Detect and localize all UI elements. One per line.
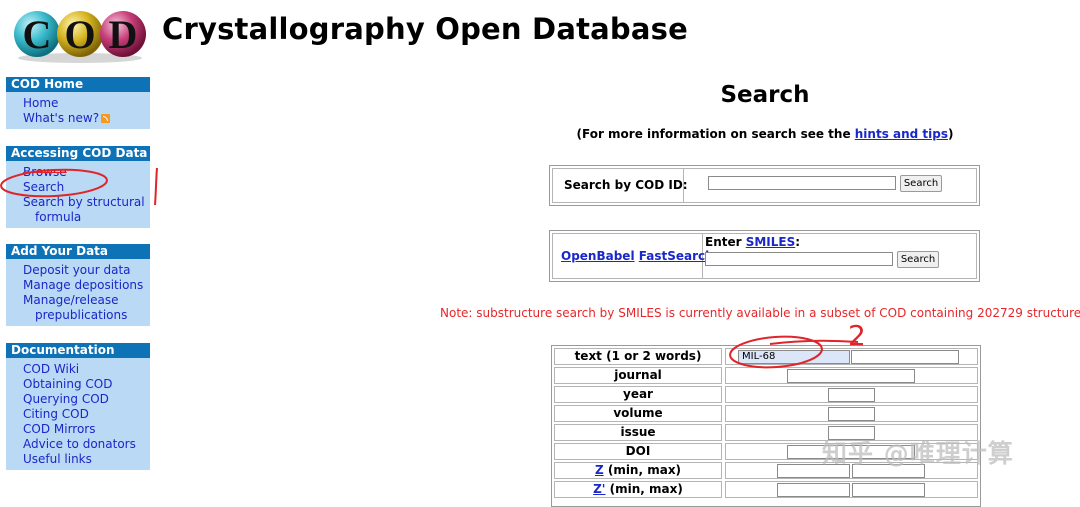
form-label-zprime: Z' (min, max) <box>554 481 722 498</box>
fastsearch-link[interactable]: FastSearch <box>639 249 714 263</box>
sidebar-section-accessing: Accessing COD Data Browse Search Search … <box>6 146 150 228</box>
form-row-year: year <box>554 386 978 403</box>
form-label-journal: journal <box>554 367 722 384</box>
sidebar-link-deposit[interactable]: Deposit your data <box>6 263 150 278</box>
smiles-note: Note: substructure search by SMILES is c… <box>440 306 1080 320</box>
cod-id-label: Search by COD ID: <box>564 178 688 192</box>
sidebar-link-querying[interactable]: Querying COD <box>6 392 150 407</box>
sidebar-link-obtaining[interactable]: Obtaining COD <box>6 377 150 392</box>
sidebar-section-add-data: Add Your Data Deposit your data Manage d… <box>6 244 150 326</box>
search-form-table: text (1 or 2 words) MIL-68 journal year … <box>551 345 981 507</box>
sidebar-link-home[interactable]: Home <box>6 96 150 111</box>
rss-icon <box>101 114 111 123</box>
fastsearch-label: OpenBabel FastSearch: <box>561 249 719 263</box>
sidebar-heading: Documentation <box>6 343 150 358</box>
sidebar-link-search-structural-cont[interactable]: formula <box>6 210 150 225</box>
logo-letter-c: C <box>23 12 52 57</box>
form-label-z: Z (min, max) <box>554 462 722 479</box>
zprime-link[interactable]: Z' <box>593 482 605 496</box>
sidebar-link-cod-wiki[interactable]: COD Wiki <box>6 362 150 377</box>
annotation-underline <box>769 339 859 345</box>
zprime-max-input[interactable] <box>852 483 925 497</box>
sidebar-link-search[interactable]: Search <box>6 180 150 195</box>
form-row-volume: volume <box>554 405 978 422</box>
smiles-link[interactable]: SMILES <box>746 235 796 249</box>
z-link[interactable]: Z <box>595 463 604 477</box>
sidebar-link-mirrors[interactable]: COD Mirrors <box>6 422 150 437</box>
form-row-zprime: Z' (min, max) <box>554 481 978 498</box>
sidebar-heading: COD Home <box>6 77 150 92</box>
watermark: 知乎 @唯理计算 <box>822 439 1014 468</box>
hint-prefix: (For more information on search see the <box>576 127 855 141</box>
sidebar-link-label: What's new? <box>23 111 100 125</box>
form-cell <box>725 405 978 422</box>
sidebar-section-cod-home: COD Home Home What's new? <box>6 77 150 129</box>
sidebar-heading: Accessing COD Data <box>6 146 150 161</box>
sidebar-link-browse[interactable]: Browse <box>6 165 150 180</box>
year-input[interactable] <box>828 388 875 402</box>
smiles-input[interactable] <box>705 252 893 266</box>
form-row-text: text (1 or 2 words) MIL-68 <box>554 348 978 365</box>
hint-suffix: ) <box>948 127 954 141</box>
smiles-search-button[interactable]: Search <box>897 251 939 268</box>
sidebar-section-documentation: Documentation COD Wiki Obtaining COD Que… <box>6 343 150 470</box>
enter-smiles-label: Enter SMILES: <box>705 235 800 249</box>
form-cell <box>725 367 978 384</box>
sidebar-link-manage-release[interactable]: Manage/release <box>6 293 150 308</box>
form-label-doi: DOI <box>554 443 722 460</box>
smiles-search-box: OpenBabel FastSearch: Enter SMILES: Sear… <box>549 230 980 282</box>
form-cell: MIL-68 <box>725 348 978 365</box>
sidebar-link-search-structural[interactable]: Search by structural <box>6 195 150 210</box>
search-hint: (For more information on search see the … <box>540 127 990 141</box>
form-row-journal: journal <box>554 367 978 384</box>
cod-id-input[interactable] <box>708 176 896 190</box>
enter-prefix: Enter <box>705 235 746 249</box>
cod-logo: C O D <box>14 11 146 63</box>
hints-and-tips-link[interactable]: hints and tips <box>855 127 948 141</box>
journal-input[interactable] <box>787 369 915 383</box>
form-label-volume: volume <box>554 405 722 422</box>
openbabel-link[interactable]: OpenBabel <box>561 249 635 263</box>
z-suffix: (min, max) <box>603 463 682 477</box>
zprime-suffix: (min, max) <box>605 482 683 496</box>
sidebar-link-citing[interactable]: Citing COD <box>6 407 150 422</box>
sidebar-link-whats-new[interactable]: What's new? <box>6 111 150 126</box>
text-word1-input[interactable]: MIL-68 <box>738 350 850 364</box>
logo-letter-o: O <box>64 12 95 57</box>
sidebar-link-useful-links[interactable]: Useful links <box>6 452 150 467</box>
sidebar-link-manage-depositions[interactable]: Manage depositions <box>6 278 150 293</box>
page-title: Search <box>720 82 810 108</box>
sidebar-heading: Add Your Data <box>6 244 150 259</box>
form-label-text: text (1 or 2 words) <box>554 348 722 365</box>
form-label-issue: issue <box>554 424 722 441</box>
site-title: Crystallography Open Database <box>162 12 688 46</box>
volume-input[interactable] <box>828 407 875 421</box>
zprime-min-input[interactable] <box>777 483 850 497</box>
sidebar-link-donators[interactable]: Advice to donators <box>6 437 150 452</box>
form-label-year: year <box>554 386 722 403</box>
annotation-mark-1 <box>154 167 158 206</box>
cod-id-search-box: Search by COD ID: Search <box>549 165 980 206</box>
enter-suffix: : <box>795 235 801 249</box>
sidebar-link-prepublications[interactable]: prepublications <box>6 308 150 323</box>
text-word2-input[interactable] <box>851 350 959 364</box>
form-cell <box>725 481 978 498</box>
logo-letter-d: D <box>109 12 138 57</box>
form-cell <box>725 386 978 403</box>
cod-id-search-button[interactable]: Search <box>900 175 942 192</box>
